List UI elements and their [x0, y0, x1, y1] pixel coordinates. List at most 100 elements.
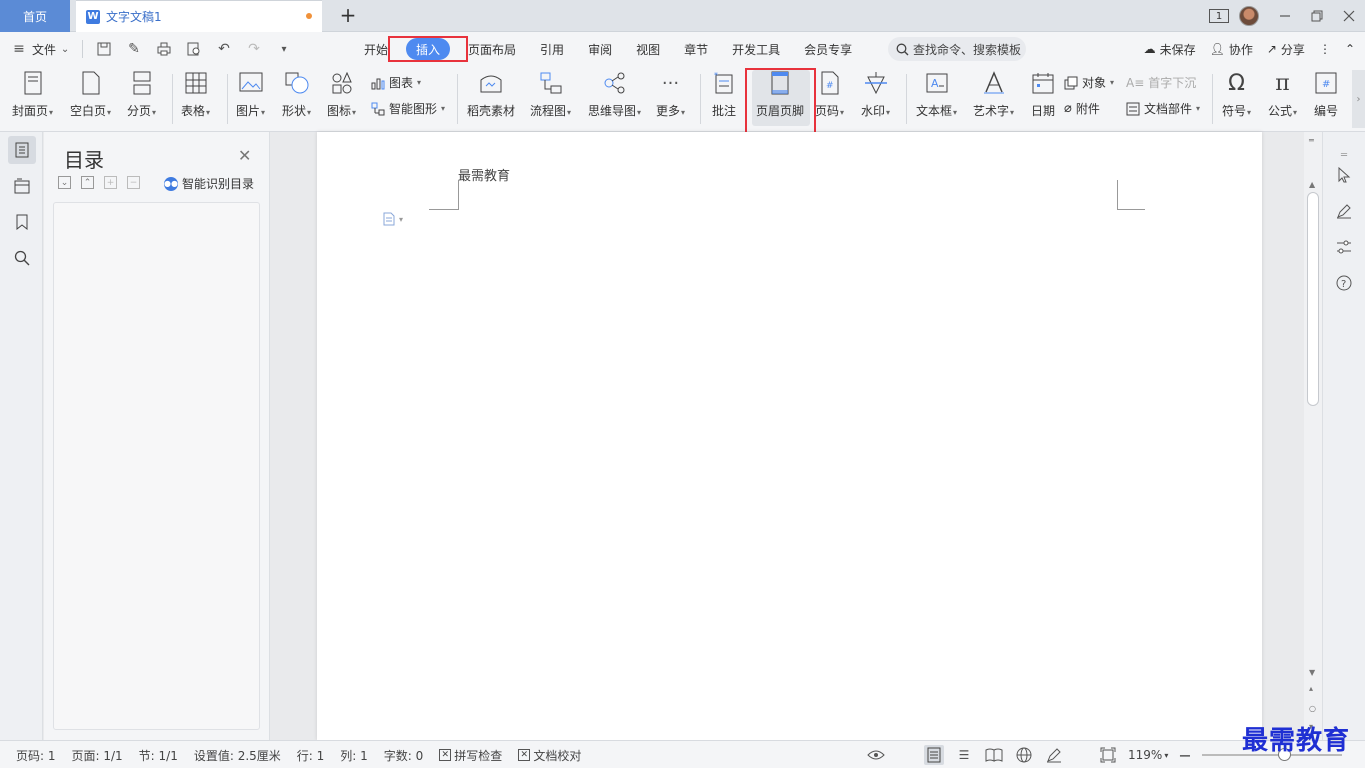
close-button[interactable] [1333, 0, 1365, 32]
comment-button[interactable]: * 批注 [711, 70, 737, 119]
find-icon[interactable] [8, 244, 36, 272]
textbox-button[interactable]: A 文本框▾ [916, 70, 957, 119]
vertical-scrollbar[interactable]: ═ ▲ ▼ ▴ ○ ▾ [1304, 132, 1322, 740]
web-view-icon[interactable] [1014, 745, 1034, 765]
document-parts-button[interactable]: 文档部件 ▾ [1126, 100, 1200, 117]
collapse-all-icon[interactable]: ⌃ [81, 176, 94, 189]
redo-icon[interactable]: ↷ [245, 40, 263, 58]
object-button[interactable]: 对象 ▾ [1064, 74, 1114, 91]
status-setting[interactable]: 设置值: 2.5厘米 [186, 747, 289, 764]
comment-label: 批注 [711, 104, 736, 118]
new-tab-button[interactable]: + [336, 3, 360, 27]
blank-page-button[interactable]: 空白页▾ [70, 70, 111, 119]
picture-button[interactable]: 图片▾ [236, 70, 265, 119]
shape-button[interactable]: 形状▾ [282, 70, 311, 119]
more-options-icon[interactable]: ⋮ [1319, 42, 1331, 56]
remove-heading-icon[interactable]: − [127, 176, 140, 189]
unsaved-status[interactable]: ☁ 未保存 [1144, 41, 1196, 58]
select-pointer-icon[interactable] [1333, 164, 1355, 186]
smart-toc-button[interactable]: ●● 智能识别目录 [164, 175, 254, 192]
minimize-button[interactable] [1269, 0, 1301, 32]
writing-mode-icon[interactable] [1044, 745, 1064, 765]
page-number-button[interactable]: # 页码▾ [815, 70, 844, 119]
scroll-down-arrow-icon[interactable]: ▼ [1309, 668, 1315, 677]
tab-review[interactable]: 审阅 [576, 38, 624, 60]
dropcap-button[interactable]: A≡ 首字下沉 [1126, 74, 1196, 91]
undo-icon[interactable]: ↶ [215, 40, 233, 58]
date-button[interactable]: 日期 [1030, 70, 1056, 119]
settings-sliders-icon[interactable] [1333, 236, 1355, 258]
command-search-input[interactable]: 查找命令、搜索模板 [888, 37, 1026, 61]
scroll-up-arrow-icon[interactable]: ▲ [1309, 180, 1315, 189]
eye-protection-icon[interactable] [866, 745, 886, 765]
flowchart-button[interactable]: 流程图▾ [530, 70, 571, 119]
print-preview-icon[interactable] [185, 40, 203, 58]
document-page[interactable]: 最需教育 ▾ [317, 132, 1262, 740]
restore-button[interactable] [1301, 0, 1333, 32]
window-count-badge[interactable]: 1 [1209, 9, 1229, 23]
tab-view[interactable]: 视图 [624, 38, 672, 60]
status-page-code[interactable]: 页码: 1 [8, 747, 64, 764]
formula-button[interactable]: π 公式▾ [1268, 70, 1297, 119]
proofread-button[interactable]: ✕ 文档校对 [510, 747, 589, 764]
expand-all-icon[interactable]: ⌄ [58, 176, 71, 189]
save-icon[interactable] [95, 40, 113, 58]
customize-toolbar-icon[interactable]: ▾ [275, 40, 293, 58]
bookmark-icon[interactable] [8, 208, 36, 236]
status-page[interactable]: 页面: 1/1 [64, 747, 131, 764]
daoke-material-button[interactable]: 稻壳素材 [467, 70, 515, 119]
reading-view-icon[interactable] [984, 745, 1004, 765]
numbering-button[interactable]: # 编号 [1313, 70, 1339, 119]
cover-page-button[interactable]: 封面页▾ [12, 70, 53, 119]
add-heading-icon[interactable]: + [104, 176, 117, 189]
format-painter-icon[interactable]: ✎ [125, 40, 143, 58]
smartart-button[interactable]: 智能图形 ▾ [371, 100, 445, 117]
status-section[interactable]: 节: 1/1 [131, 747, 186, 764]
status-word-count[interactable]: 字数: 0 [376, 747, 432, 764]
spell-check-button[interactable]: ✕ 拼写检查 [431, 747, 510, 764]
collapse-ribbon-icon[interactable]: ⌃ [1345, 42, 1355, 56]
help-icon[interactable]: ? [1333, 272, 1355, 294]
page-break-button[interactable]: 分页▾ [127, 70, 156, 119]
share-button[interactable]: ↗ 分享 [1267, 41, 1305, 58]
more-button[interactable]: ··· 更多▾ [656, 70, 685, 119]
fit-page-icon[interactable] [1098, 745, 1118, 765]
tab-member[interactable]: 会员专享 [792, 38, 864, 60]
table-button[interactable]: 表格▾ [181, 70, 210, 119]
scrollbar-thumb[interactable] [1307, 192, 1319, 406]
status-column[interactable]: 列: 1 [332, 747, 376, 764]
select-browse-object-icon[interactable]: ○ [1309, 704, 1316, 713]
file-menu[interactable]: ≡ 文件 ⌄ [10, 40, 70, 58]
mindmap-button[interactable]: 思维导图▾ [588, 70, 641, 119]
panel-handle-icon[interactable]: ═ [1333, 144, 1355, 166]
zoom-out-button[interactable]: − [1178, 746, 1191, 765]
ribbon-scroll-right-icon[interactable]: › [1352, 70, 1365, 128]
zoom-level-dropdown[interactable]: 119% ▾ [1128, 748, 1168, 762]
chevron-down-icon: ⌄ [60, 43, 70, 55]
watermark-button[interactable]: 水印▾ [861, 70, 890, 119]
toc-close-icon[interactable]: ✕ [238, 146, 251, 165]
outline-view-icon[interactable]: ☰ [954, 745, 974, 765]
status-row[interactable]: 行: 1 [289, 747, 333, 764]
icon-button[interactable]: 图标▾ [327, 70, 356, 119]
collaborate-button[interactable]: 👤︎ 协作 [1210, 41, 1253, 58]
avatar[interactable] [1239, 6, 1259, 26]
pen-edit-icon[interactable] [1333, 200, 1355, 222]
scroll-up-arrow-icon[interactable]: ═ [1309, 136, 1314, 145]
navigation-pane-icon[interactable] [8, 172, 36, 200]
paragraph-layout-icon[interactable]: ▾ [383, 212, 403, 226]
home-tab[interactable]: 首页 [0, 0, 70, 32]
page-view-icon[interactable] [924, 745, 944, 765]
chart-button[interactable]: 图表 ▾ [371, 74, 421, 91]
document-tab[interactable]: W 文字文稿1 [76, 0, 322, 32]
symbol-button[interactable]: Ω 符号▾ [1222, 70, 1251, 119]
print-icon[interactable] [155, 40, 173, 58]
wordart-button[interactable]: 艺术字▾ [973, 70, 1014, 119]
previous-page-icon[interactable]: ▴ [1309, 684, 1313, 693]
header-text[interactable]: 最需教育 [458, 165, 510, 184]
tab-references[interactable]: 引用 [528, 38, 576, 60]
tab-section[interactable]: 章节 [672, 38, 720, 60]
attachment-button[interactable]: ⌀ 附件 [1064, 100, 1100, 117]
tab-developer[interactable]: 开发工具 [720, 38, 792, 60]
toc-panel-icon[interactable] [8, 136, 36, 164]
